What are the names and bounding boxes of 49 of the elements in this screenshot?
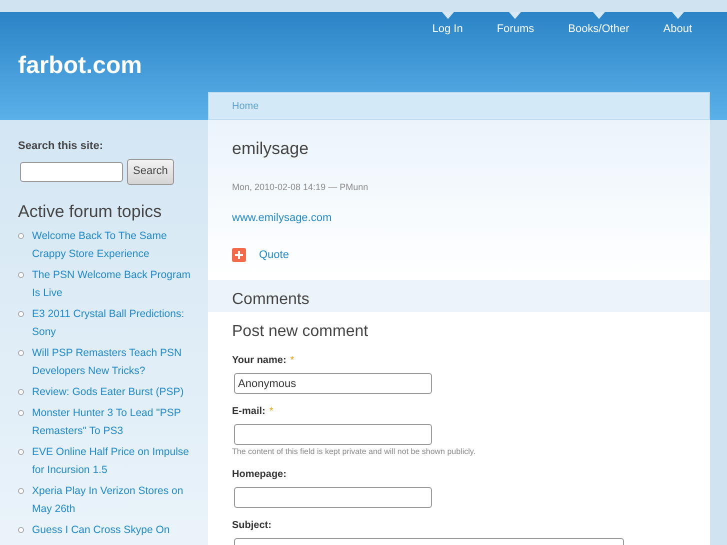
- node-meta: Mon, 2010-02-08 14:19 — PMunn: [232, 180, 370, 194]
- field-description: The content of this field is kept private and will not be shown publicly.: [232, 446, 477, 458]
- forum-topic-link[interactable]: Xperia Play In Verizon Stores on May 26th: [32, 482, 198, 518]
- quote-link[interactable]: Quote: [259, 246, 289, 263]
- list-bullet-icon: [18, 449, 24, 455]
- forum-topic-link[interactable]: Review: Gods Eater Burst (PSP): [32, 383, 184, 401]
- node-title: emilysage: [232, 138, 310, 160]
- list-bullet-icon: [18, 488, 24, 494]
- list-bullet-icon: [18, 233, 24, 239]
- text-field[interactable]: Anonymous: [234, 373, 432, 394]
- field-label: E-mail:: [232, 404, 266, 418]
- text-field[interactable]: [234, 487, 432, 508]
- site-name[interactable]: farbot.com: [18, 48, 142, 84]
- forum-topic-link[interactable]: E3 2011 Crystal Ball Predictions: Sony: [32, 305, 198, 341]
- nav-pointer-icon: [509, 12, 522, 19]
- section-heading: Active forum topics: [18, 200, 163, 222]
- forum-topic-link[interactable]: EVE Online Half Price on Impulse for Incursion 1.5: [32, 443, 198, 479]
- website-link[interactable]: www.emilysage.com: [232, 210, 686, 226]
- nav-link[interactable]: Books/Other: [568, 21, 630, 38]
- search-field[interactable]: [20, 162, 123, 182]
- list-bullet-icon: [18, 311, 24, 317]
- field-label: Your name:: [232, 354, 286, 368]
- nav-pointer-icon: [592, 12, 605, 19]
- comments-heading: Comments: [208, 288, 710, 312]
- forum-topic-link[interactable]: Will PSP Remasters Teach PSN Developers New Tricks?: [32, 344, 198, 380]
- required-mark: *: [290, 354, 294, 368]
- list-bullet-icon: [18, 272, 24, 278]
- list-bullet-icon: [18, 527, 24, 533]
- text-field[interactable]: [234, 424, 432, 444]
- breadcrumb-link[interactable]: Home: [232, 98, 259, 114]
- nav-pointer-icon: [442, 12, 454, 19]
- list-bullet-icon: [18, 350, 24, 356]
- field-label: Homepage:: [232, 468, 286, 482]
- list-bullet-icon: [18, 389, 24, 395]
- forum-topic-link[interactable]: Welcome Back To The Same Crappy Store Experience: [32, 227, 198, 263]
- nav-link[interactable]: Forums: [496, 21, 534, 38]
- plus-icon: [232, 248, 246, 262]
- required-mark: *: [269, 404, 274, 418]
- list-bullet-icon: [18, 410, 24, 416]
- nav-pointer-icon: [672, 12, 684, 19]
- forum-topic-link[interactable]: Monster Hunter 3 To Lead "PSP Remasters" To PS3: [32, 404, 198, 440]
- nav-link[interactable]: Log In: [432, 21, 463, 38]
- search-label: Search this site:: [18, 139, 104, 154]
- forum-topic-link[interactable]: The PSN Welcome Back Program Is Live: [32, 266, 198, 302]
- search-button[interactable]: Search: [127, 158, 174, 184]
- field-label: Subject:: [232, 518, 272, 532]
- form-heading: Post new comment: [232, 322, 370, 342]
- forum-topic-link[interactable]: Guess I Can Cross Skype On: [32, 521, 170, 539]
- nav-link[interactable]: About: [663, 21, 692, 38]
